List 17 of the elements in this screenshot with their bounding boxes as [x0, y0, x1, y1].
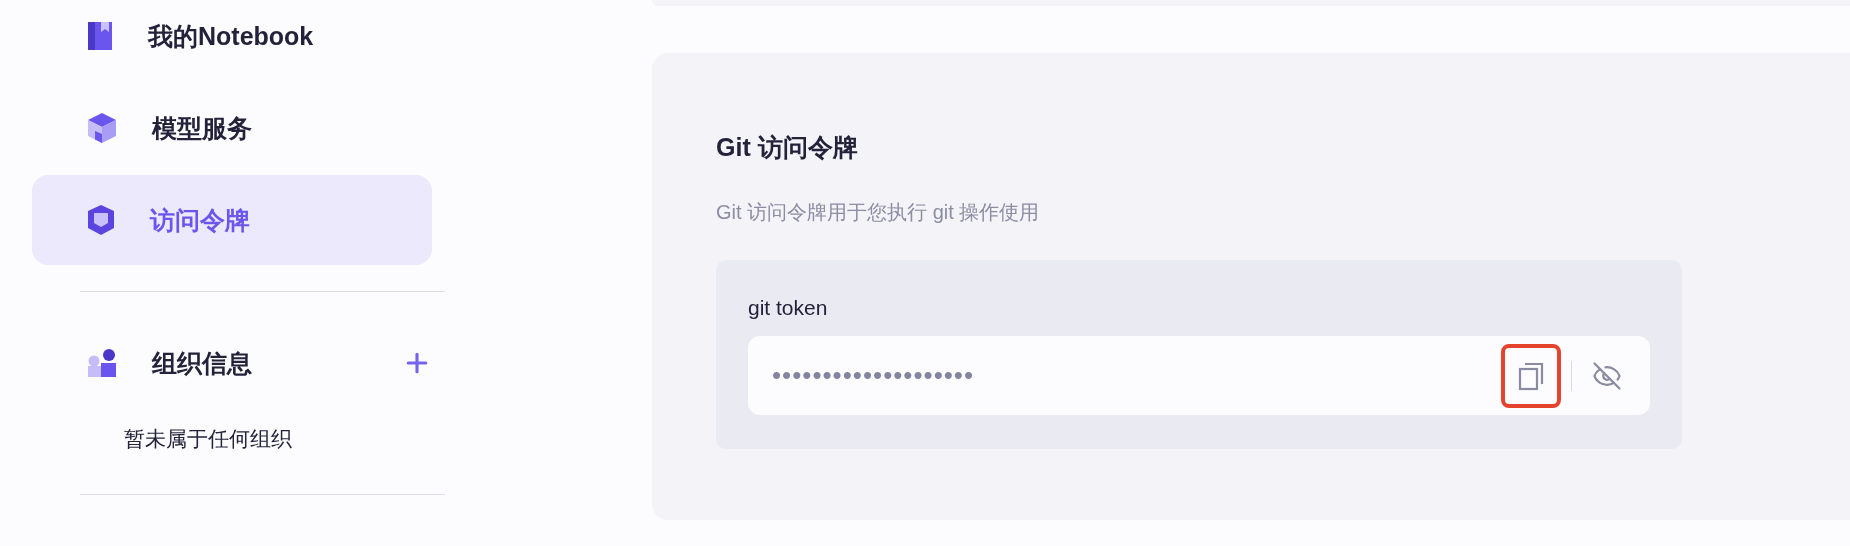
- sidebar-item[interactable]: 我的Notebook: [32, 0, 432, 81]
- cube-icon: [88, 113, 116, 143]
- shield-icon: [88, 205, 114, 235]
- shapes-icon: [88, 349, 116, 377]
- password-input[interactable]: ••••••••••••••••••••: [770, 359, 1501, 392]
- empty-text: 暂未属于任何组织: [124, 426, 293, 449]
- field-label: git token: [748, 296, 829, 320]
- copy-icon: [1517, 360, 1545, 391]
- sidebar-item[interactable]: 访问令牌: [32, 175, 432, 265]
- card-description: Git 访问令牌用于您执行 git 操作使用: [716, 200, 1041, 225]
- card-title: Git 访问令牌: [716, 132, 859, 161]
- hide-icon[interactable]: [1592, 360, 1622, 391]
- password-field[interactable]: ••••••••••••••••••••: [748, 336, 1650, 415]
- section-title: 组织信息: [152, 347, 253, 379]
- bookmark-book-icon: [88, 22, 112, 50]
- copy-button[interactable]: [1501, 343, 1561, 408]
- sidebar-item[interactable]: 模型服务: [32, 83, 432, 173]
